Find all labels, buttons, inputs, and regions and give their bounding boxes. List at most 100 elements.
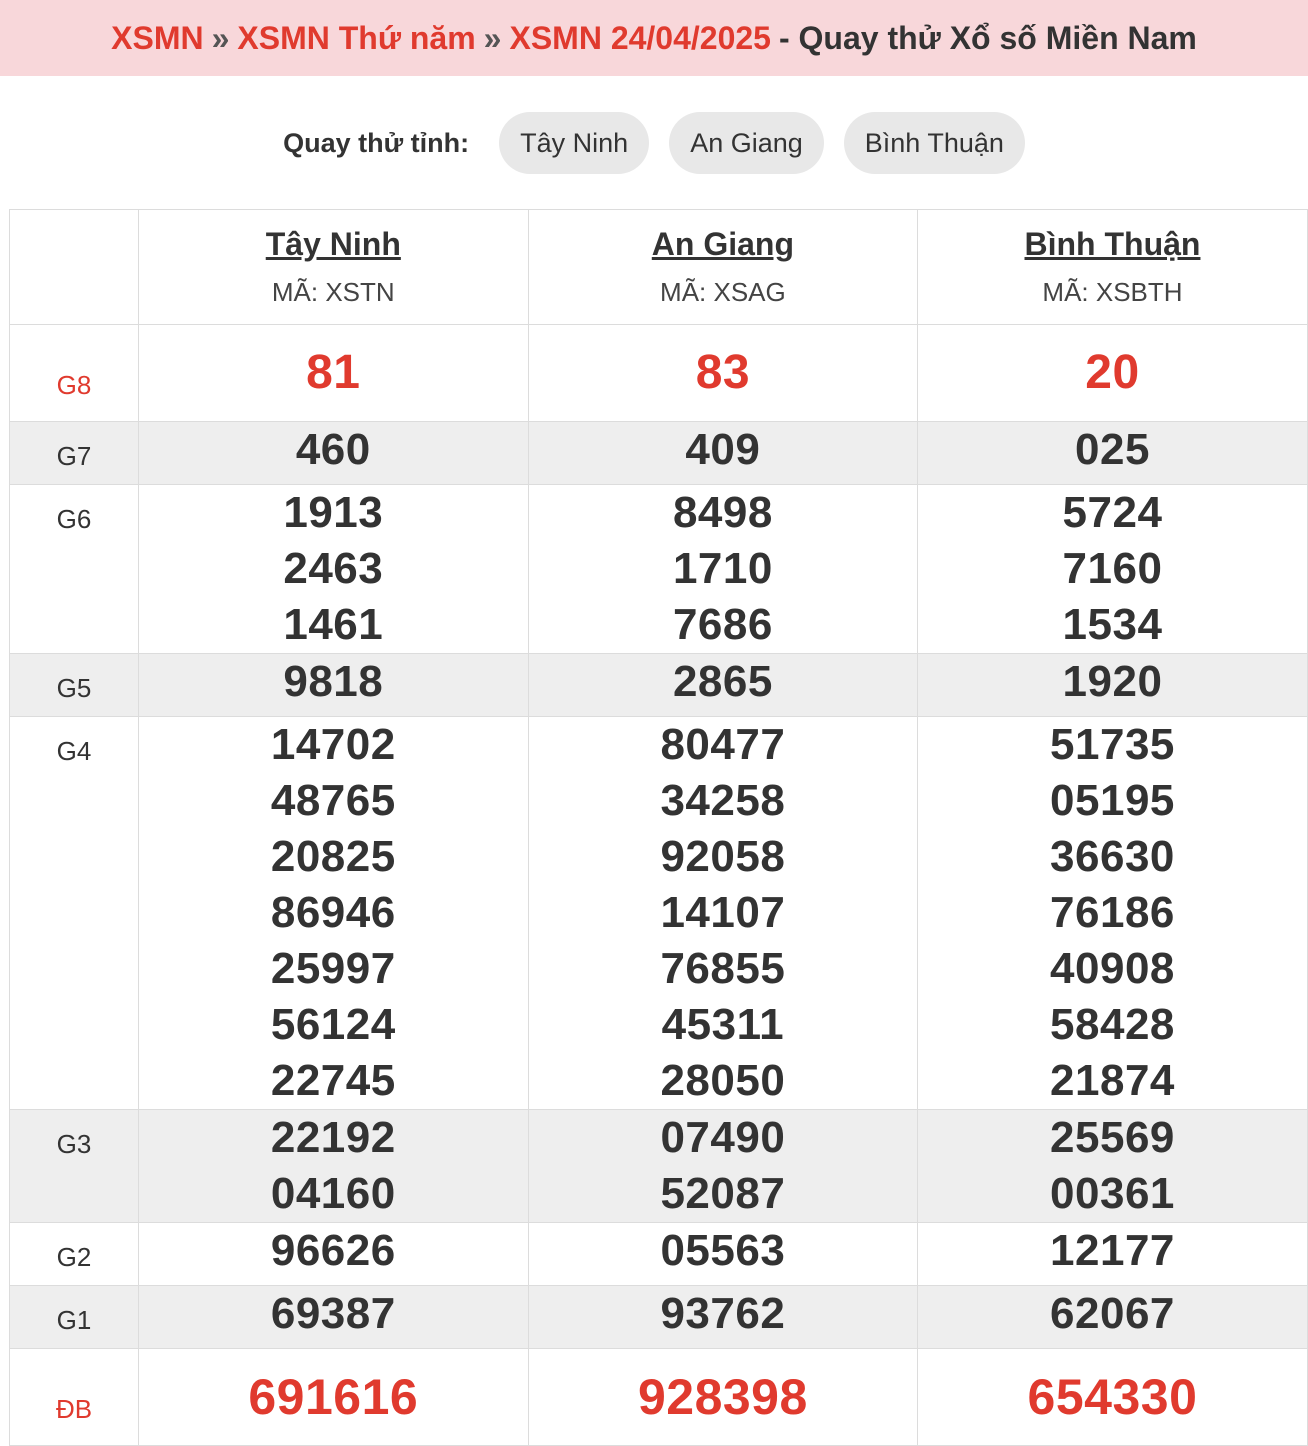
- prize-number: 76186: [1050, 888, 1175, 937]
- province-link-tay-ninh[interactable]: Tây Ninh: [139, 226, 528, 263]
- prize-number: 5724: [1062, 488, 1163, 537]
- prize-number: 20: [1085, 346, 1140, 399]
- prize-cell: 1913 2463 1461: [138, 484, 529, 654]
- prize-row: G5 9818 2865 1920: [9, 653, 1308, 717]
- prize-label-cell: G7: [9, 421, 139, 485]
- prize-row: G7 460 409 025: [9, 421, 1308, 485]
- prize-cell: 51735 05195 36630 76186 40908 58428 21874: [917, 716, 1308, 1110]
- prize-number: 1710: [672, 544, 773, 593]
- prize-number: 81: [306, 346, 361, 399]
- prize-cell: 96626: [138, 1222, 529, 1286]
- page-title: - Quay thử Xổ số Miền Nam: [778, 19, 1197, 56]
- prize-number: 62067: [1050, 1289, 1175, 1338]
- prize-number: 691616: [248, 1369, 419, 1425]
- province-header: An Giang MÃ: XSAG: [527, 209, 919, 325]
- prize-label-cell: G2: [9, 1222, 139, 1286]
- prize-number: 1461: [283, 600, 384, 649]
- prize-number: 1913: [283, 488, 384, 537]
- prize-cell: 654330: [917, 1348, 1308, 1446]
- province-header: Bình Thuận MÃ: XSBTH: [917, 209, 1308, 325]
- prize-label-cell: G8: [9, 324, 139, 422]
- try-button-tay-ninh[interactable]: Tây Ninh: [499, 112, 650, 174]
- prize-number: 07490: [660, 1113, 786, 1162]
- try-label: Quay thử tỉnh:: [283, 127, 470, 158]
- prize-label: G6: [56, 504, 92, 534]
- prize-number: 51735: [1050, 720, 1175, 769]
- prize-cell: 5724 7160 1534: [917, 484, 1308, 654]
- prize-cell: 025: [917, 421, 1308, 485]
- breadcrumb-separator-icon: »: [483, 19, 502, 56]
- prize-cell: 69387: [138, 1285, 529, 1349]
- prize-row: G3 22192 04160 07490 52087 25569 00361: [9, 1109, 1308, 1223]
- prize-label: G4: [56, 736, 92, 766]
- prize-label: G1: [56, 1305, 92, 1335]
- province-header-row: Tây Ninh MÃ: XSTN An Giang MÃ: XSAG Bình…: [9, 209, 1308, 325]
- prize-cell: 460: [138, 421, 529, 485]
- prize-cell: 81: [138, 324, 529, 422]
- prize-number: 2463: [283, 544, 384, 593]
- prize-number: 8498: [672, 488, 773, 537]
- prize-cell: 22192 04160: [138, 1109, 529, 1223]
- try-button-binh-thuan[interactable]: Bình Thuận: [843, 112, 1025, 174]
- prize-number: 69387: [270, 1289, 396, 1338]
- prize-row: G4 14702 48765 20825 86946 25997 56124 22745 804…: [9, 716, 1308, 1110]
- breadcrumb-link-date[interactable]: XSMN 24/04/2025: [509, 20, 771, 57]
- prize-row: G8 81 83 20: [9, 324, 1308, 422]
- results-table: Tây Ninh MÃ: XSTN An Giang MÃ: XSAG Bình…: [9, 209, 1308, 1446]
- prize-number: 92058: [660, 832, 786, 881]
- prize-number: 928398: [637, 1369, 808, 1425]
- prize-number: 25569: [1050, 1113, 1175, 1162]
- prize-number: 40908: [1050, 944, 1175, 993]
- prize-number: 58428: [1050, 1000, 1175, 1049]
- prize-number: 654330: [1027, 1369, 1198, 1425]
- prize-number: 21874: [1050, 1056, 1175, 1105]
- prize-label-cell: ĐB: [9, 1348, 139, 1446]
- prize-number: 1534: [1062, 600, 1163, 649]
- prize-number: 7160: [1062, 544, 1163, 593]
- prize-label: G3: [56, 1129, 92, 1159]
- prize-cell: 62067: [917, 1285, 1308, 1349]
- prize-number: 409: [685, 425, 761, 474]
- prize-number: 7686: [672, 600, 773, 649]
- prize-cell: 8498 1710 7686: [527, 484, 919, 654]
- breadcrumb: XSMN » XSMN Thứ năm » XSMN 24/04/2025 - …: [0, 0, 1308, 76]
- prize-cell: 93762: [527, 1285, 919, 1349]
- prize-number: 05195: [1050, 776, 1175, 825]
- prize-label-cell: G6: [9, 484, 139, 654]
- prize-number: 12177: [1050, 1226, 1175, 1275]
- breadcrumb-separator-icon: »: [211, 19, 230, 56]
- prize-number: 48765: [270, 776, 396, 825]
- prize-cell: 12177: [917, 1222, 1308, 1286]
- prize-row: ĐB 691616 928398 654330: [9, 1348, 1308, 1446]
- prize-number: 93762: [660, 1289, 786, 1338]
- province-code: MÃ: XSAG: [660, 277, 786, 307]
- prize-number: 20825: [270, 832, 396, 881]
- prize-number: 76855: [660, 944, 786, 993]
- prize-number: 460: [295, 425, 371, 474]
- prize-number: 45311: [661, 1000, 785, 1049]
- header-corner: [9, 209, 139, 325]
- breadcrumb-link-thu-nam[interactable]: XSMN Thứ năm: [237, 20, 475, 57]
- breadcrumb-link-xsmn[interactable]: XSMN: [111, 20, 203, 57]
- province-code: MÃ: XSTN: [271, 277, 395, 307]
- prize-number: 86946: [270, 888, 396, 937]
- prize-cell: 1920: [917, 653, 1308, 717]
- prize-number: 28050: [660, 1056, 786, 1105]
- prize-number: 80477: [660, 720, 786, 769]
- prize-number: 00361: [1050, 1169, 1175, 1218]
- prize-label: G5: [56, 673, 92, 703]
- prize-cell: 409: [527, 421, 919, 485]
- prize-number: 025: [1075, 425, 1150, 474]
- try-button-an-giang[interactable]: An Giang: [669, 112, 824, 174]
- province-link-binh-thuan[interactable]: Bình Thuận: [918, 226, 1307, 263]
- prize-cell: 9818: [138, 653, 529, 717]
- prize-number: 14107: [660, 888, 786, 937]
- prize-number: 25997: [270, 944, 396, 993]
- prize-cell: 14702 48765 20825 86946 25997 56124 22745: [138, 716, 529, 1110]
- prize-cell: 07490 52087: [527, 1109, 919, 1223]
- prize-number: 9818: [283, 657, 384, 706]
- prize-cell: 25569 00361: [917, 1109, 1308, 1223]
- province-link-an-giang[interactable]: An Giang: [529, 226, 918, 263]
- prize-cell: 83: [527, 324, 919, 422]
- prize-label-cell: G4: [9, 716, 139, 1110]
